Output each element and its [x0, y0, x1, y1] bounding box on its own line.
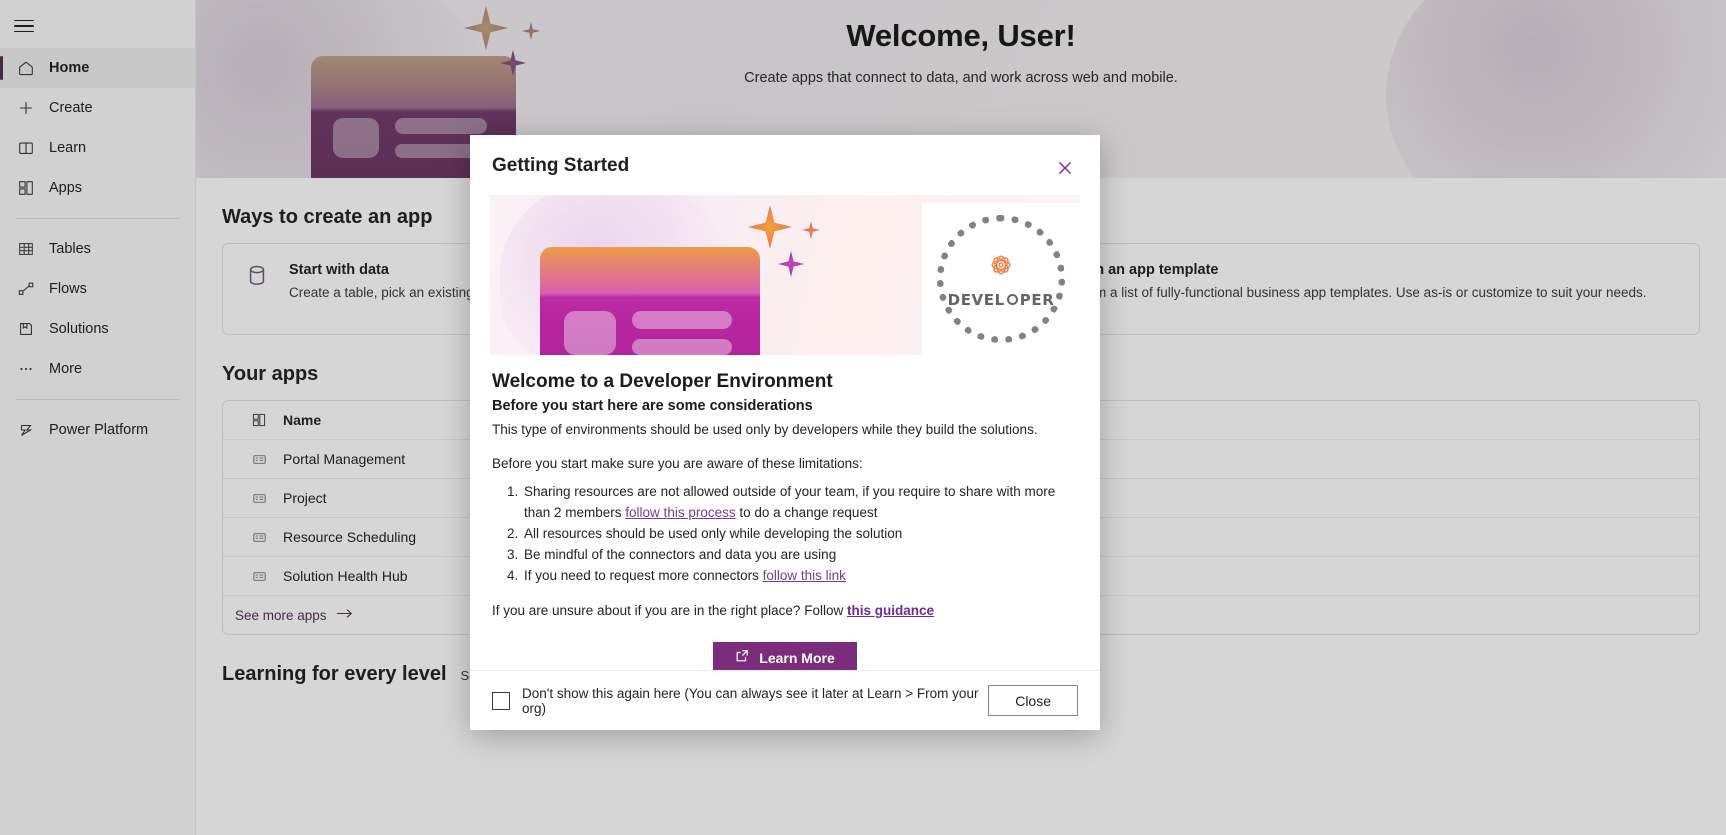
learn-more-label: Learn More	[759, 649, 835, 666]
dialog-text-block: Welcome to a Developer Environment Befor…	[470, 355, 1100, 670]
external-link-icon	[735, 649, 749, 666]
close-x-icon[interactable]	[1052, 155, 1078, 181]
dialog-subheading: Before you start here are some considera…	[492, 398, 813, 414]
dialog-paragraph: This type of environments should be used…	[492, 422, 1038, 437]
developer-badge-text: DEVEL PER	[948, 291, 1055, 309]
banner-app-card-graphic	[540, 247, 760, 355]
this-guidance-link[interactable]: this guidance	[847, 603, 934, 618]
sparkle-icon-large	[748, 205, 792, 249]
list-item: If you need to request more connectors f…	[522, 566, 1078, 587]
follow-this-link-link[interactable]: follow this link	[763, 568, 846, 583]
dialog-body: DEVEL PER Welcome to a Developer Environ…	[470, 181, 1100, 670]
dialog-banner-image: DEVEL PER	[490, 195, 1080, 355]
power-platform-flower-icon	[986, 250, 1016, 285]
dialog-cta-row: Learn More	[492, 642, 1078, 670]
badge-o-ring-icon	[1006, 294, 1018, 305]
sparkle-icon-small	[802, 221, 820, 239]
dont-show-again-label: Don't show this again here (You can alwa…	[522, 685, 979, 716]
developer-badge-ring: DEVEL PER	[937, 215, 1065, 343]
getting-started-dialog: Getting Started DEVEL PER Welcome to a D…	[470, 135, 1100, 730]
guidance-line: If you are unsure about if you are in th…	[492, 601, 1078, 621]
list-item: All resources should be used only while …	[522, 524, 1078, 545]
dialog-title: Getting Started	[492, 155, 630, 176]
developer-badge: DEVEL PER	[922, 203, 1080, 355]
limitations-intro: Before you start make sure you are aware…	[492, 455, 863, 471]
dialog-footer: Don't show this again here (You can alwa…	[470, 670, 1100, 730]
sparkle-icon-medium	[778, 251, 804, 277]
follow-this-process-link[interactable]: follow this process	[625, 505, 735, 520]
dialog-header: Getting Started	[470, 135, 1100, 181]
limitation-text-pre: All resources should be used only while …	[524, 525, 903, 541]
badge-word-part2: PER	[1019, 290, 1055, 309]
dialog-heading: Welcome to a Developer Environment	[492, 371, 833, 392]
limitations-list: Sharing resources are not allowed outsid…	[522, 482, 1078, 587]
dont-show-again-checkbox-row[interactable]: Don't show this again here (You can alwa…	[492, 686, 988, 716]
guidance-text-pre: If you are unsure about if you are in th…	[492, 602, 847, 618]
limitation-text-pre: If you need to request more connectors	[524, 567, 763, 583]
limitation-text-post: to do a change request	[735, 505, 878, 521]
list-item: Be mindful of the connectors and data yo…	[522, 545, 1078, 566]
close-button[interactable]: Close	[988, 685, 1078, 716]
modal-layer: Getting Started DEVEL PER Welcome to a D…	[0, 0, 1726, 835]
limitation-text-pre: Be mindful of the connectors and data yo…	[524, 546, 837, 562]
badge-word-part1: DEVEL	[947, 290, 1005, 309]
list-item: Sharing resources are not allowed outsid…	[522, 482, 1078, 524]
learn-more-button[interactable]: Learn More	[713, 642, 857, 670]
dont-show-again-checkbox[interactable]	[492, 691, 510, 710]
